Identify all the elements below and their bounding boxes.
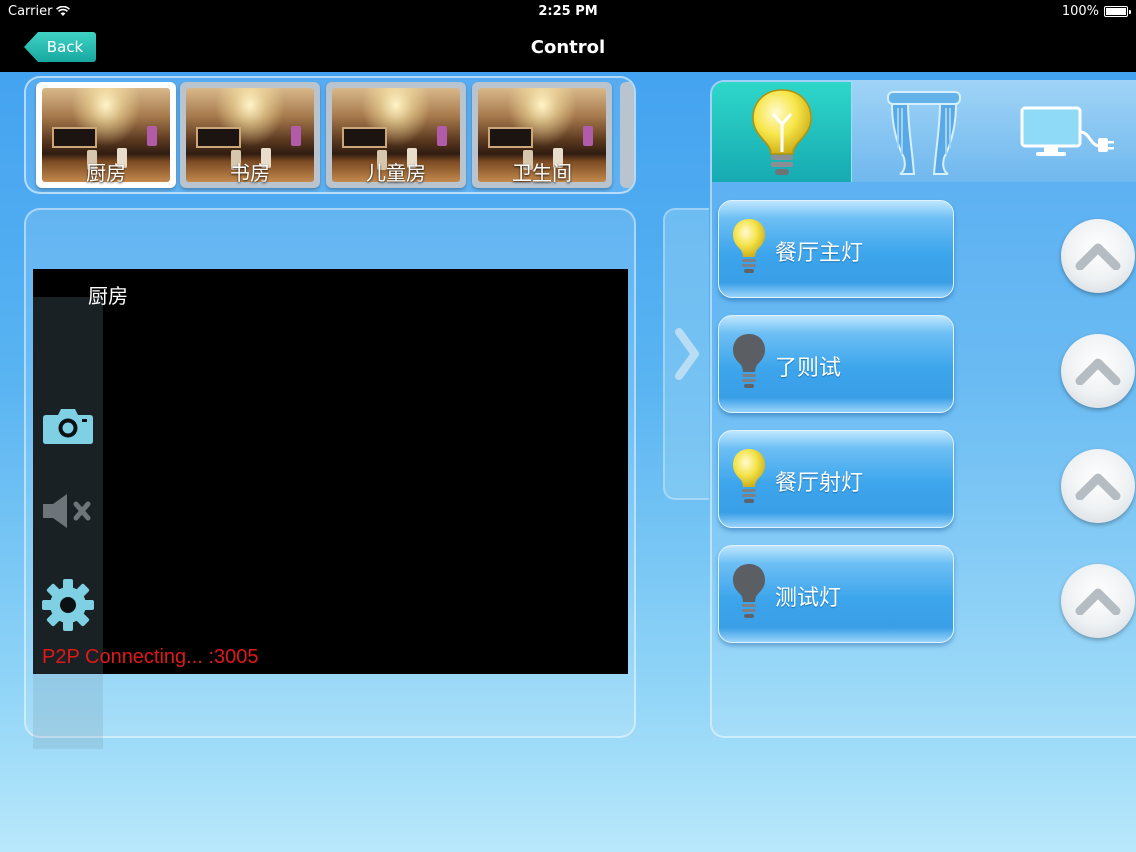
video-view[interactable]: [33, 269, 628, 674]
chevron-up-icon: [1075, 358, 1121, 385]
top-bar: Carrier 2:25 PM 100% Back Control: [0, 0, 1136, 72]
room-label: 书房: [230, 161, 270, 185]
device-toggle-0[interactable]: 餐厅主灯: [718, 200, 954, 298]
snapshot-button[interactable]: [33, 405, 103, 445]
bulb-icon: [751, 89, 812, 175]
video-toolbar: [33, 297, 103, 749]
bulb-on-icon: [733, 219, 765, 273]
device-up-button-3[interactable]: [1061, 564, 1135, 638]
panel-toggle-handle[interactable]: [663, 208, 709, 500]
room-item-partial[interactable]: [620, 82, 634, 188]
connection-status: P2P Connecting... :3005: [42, 646, 259, 668]
mute-button[interactable]: [33, 493, 103, 529]
battery-status: 100%: [1061, 4, 1131, 19]
chevron-up-icon: [1075, 243, 1121, 270]
tv-power-icon: [1020, 106, 1114, 156]
camera-icon: [43, 409, 93, 444]
device-up-button-2[interactable]: [1061, 449, 1135, 523]
room-item-kitchen[interactable]: 厨房: [36, 82, 176, 188]
bulb-off-icon: [733, 564, 765, 618]
room-label: 卫生间: [512, 161, 572, 185]
room-label: 厨房: [86, 161, 126, 185]
bulb-on-icon: [733, 449, 765, 503]
battery-icon: [1104, 6, 1131, 17]
chevron-right-icon: [675, 328, 699, 380]
room-item-study[interactable]: 书房: [180, 82, 320, 188]
video-room-title: 厨房: [88, 284, 128, 308]
device-label: 餐厅主灯: [775, 241, 864, 266]
room-item-bathroom[interactable]: 卫生间: [472, 82, 612, 188]
speaker-muted-icon: [43, 494, 91, 528]
chevron-up-icon: [1075, 473, 1121, 500]
device-label: 了则试: [775, 356, 842, 381]
device-label: 餐厅射灯: [775, 471, 864, 496]
bulb-off-icon: [733, 334, 765, 388]
device-toggle-1[interactable]: 了则试: [718, 315, 954, 413]
room-selector: 厨房 书房 儿童房 卫生间: [24, 76, 636, 194]
device-type-tabs: [712, 82, 1136, 182]
device-up-button-0[interactable]: [1061, 219, 1135, 293]
chevron-up-icon: [1075, 588, 1121, 615]
page-title: Control: [530, 37, 606, 58]
settings-button[interactable]: [33, 577, 103, 633]
curtain-icon: [887, 91, 961, 175]
device-toggle-3[interactable]: 测试灯: [718, 545, 954, 643]
clock: 2:25 PM: [538, 4, 598, 19]
room-item-kids-room[interactable]: 儿童房: [326, 82, 466, 188]
battery-percent: 100%: [1061, 4, 1099, 19]
status-bar: Carrier 2:25 PM 100%: [0, 0, 1136, 24]
tab-curtains[interactable]: [854, 82, 994, 182]
device-up-button-1[interactable]: [1061, 334, 1135, 408]
room-label: 儿童房: [366, 161, 426, 185]
device-toggle-2[interactable]: 餐厅射灯: [718, 430, 954, 528]
tab-lights[interactable]: [712, 82, 852, 182]
device-label: 测试灯: [775, 586, 842, 611]
tab-appliances[interactable]: [996, 82, 1136, 182]
gear-icon: [42, 579, 94, 631]
